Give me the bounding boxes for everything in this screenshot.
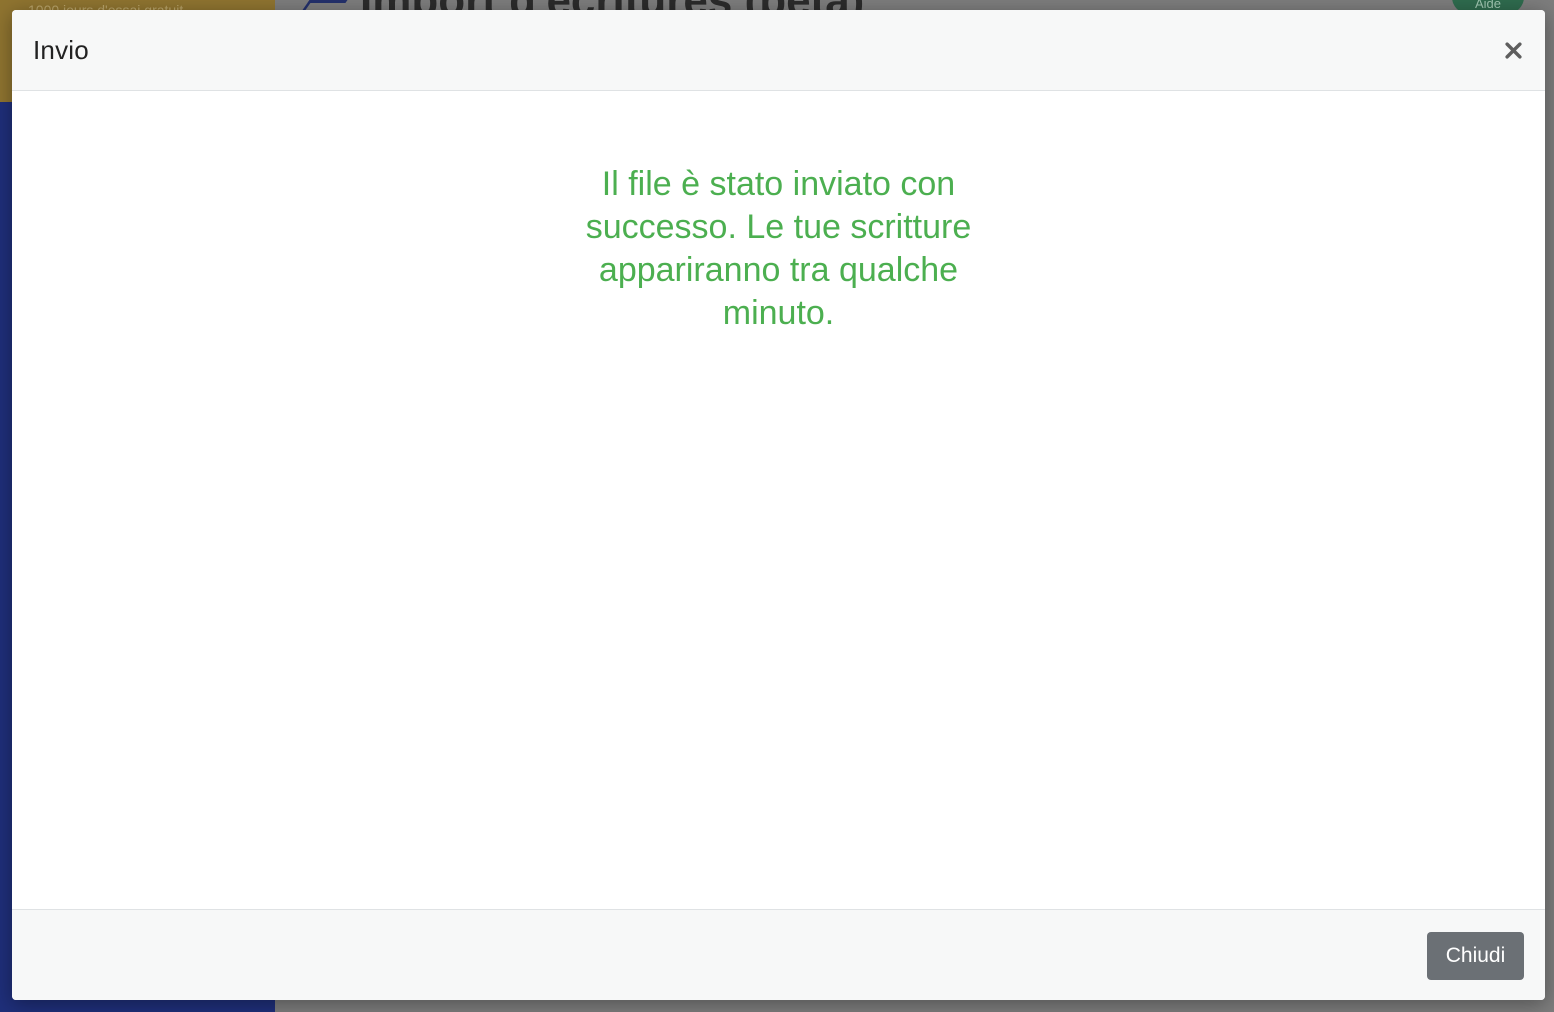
success-message: Il file è stato inviato con successo. Le… xyxy=(585,165,972,332)
close-icon xyxy=(1504,41,1522,59)
modal-header: Invio xyxy=(12,10,1545,91)
close-button[interactable]: Chiudi xyxy=(1427,932,1524,980)
modal-body: Il file è stato inviato con successo. Le… xyxy=(12,91,1545,909)
close-icon-button[interactable] xyxy=(1499,36,1527,64)
modal-title: Invio xyxy=(33,35,89,65)
upload-modal: Invio Il file è stato inviato con succes… xyxy=(12,10,1545,1000)
modal-footer: Chiudi xyxy=(12,909,1545,1000)
back-arrow-icon xyxy=(302,0,348,10)
